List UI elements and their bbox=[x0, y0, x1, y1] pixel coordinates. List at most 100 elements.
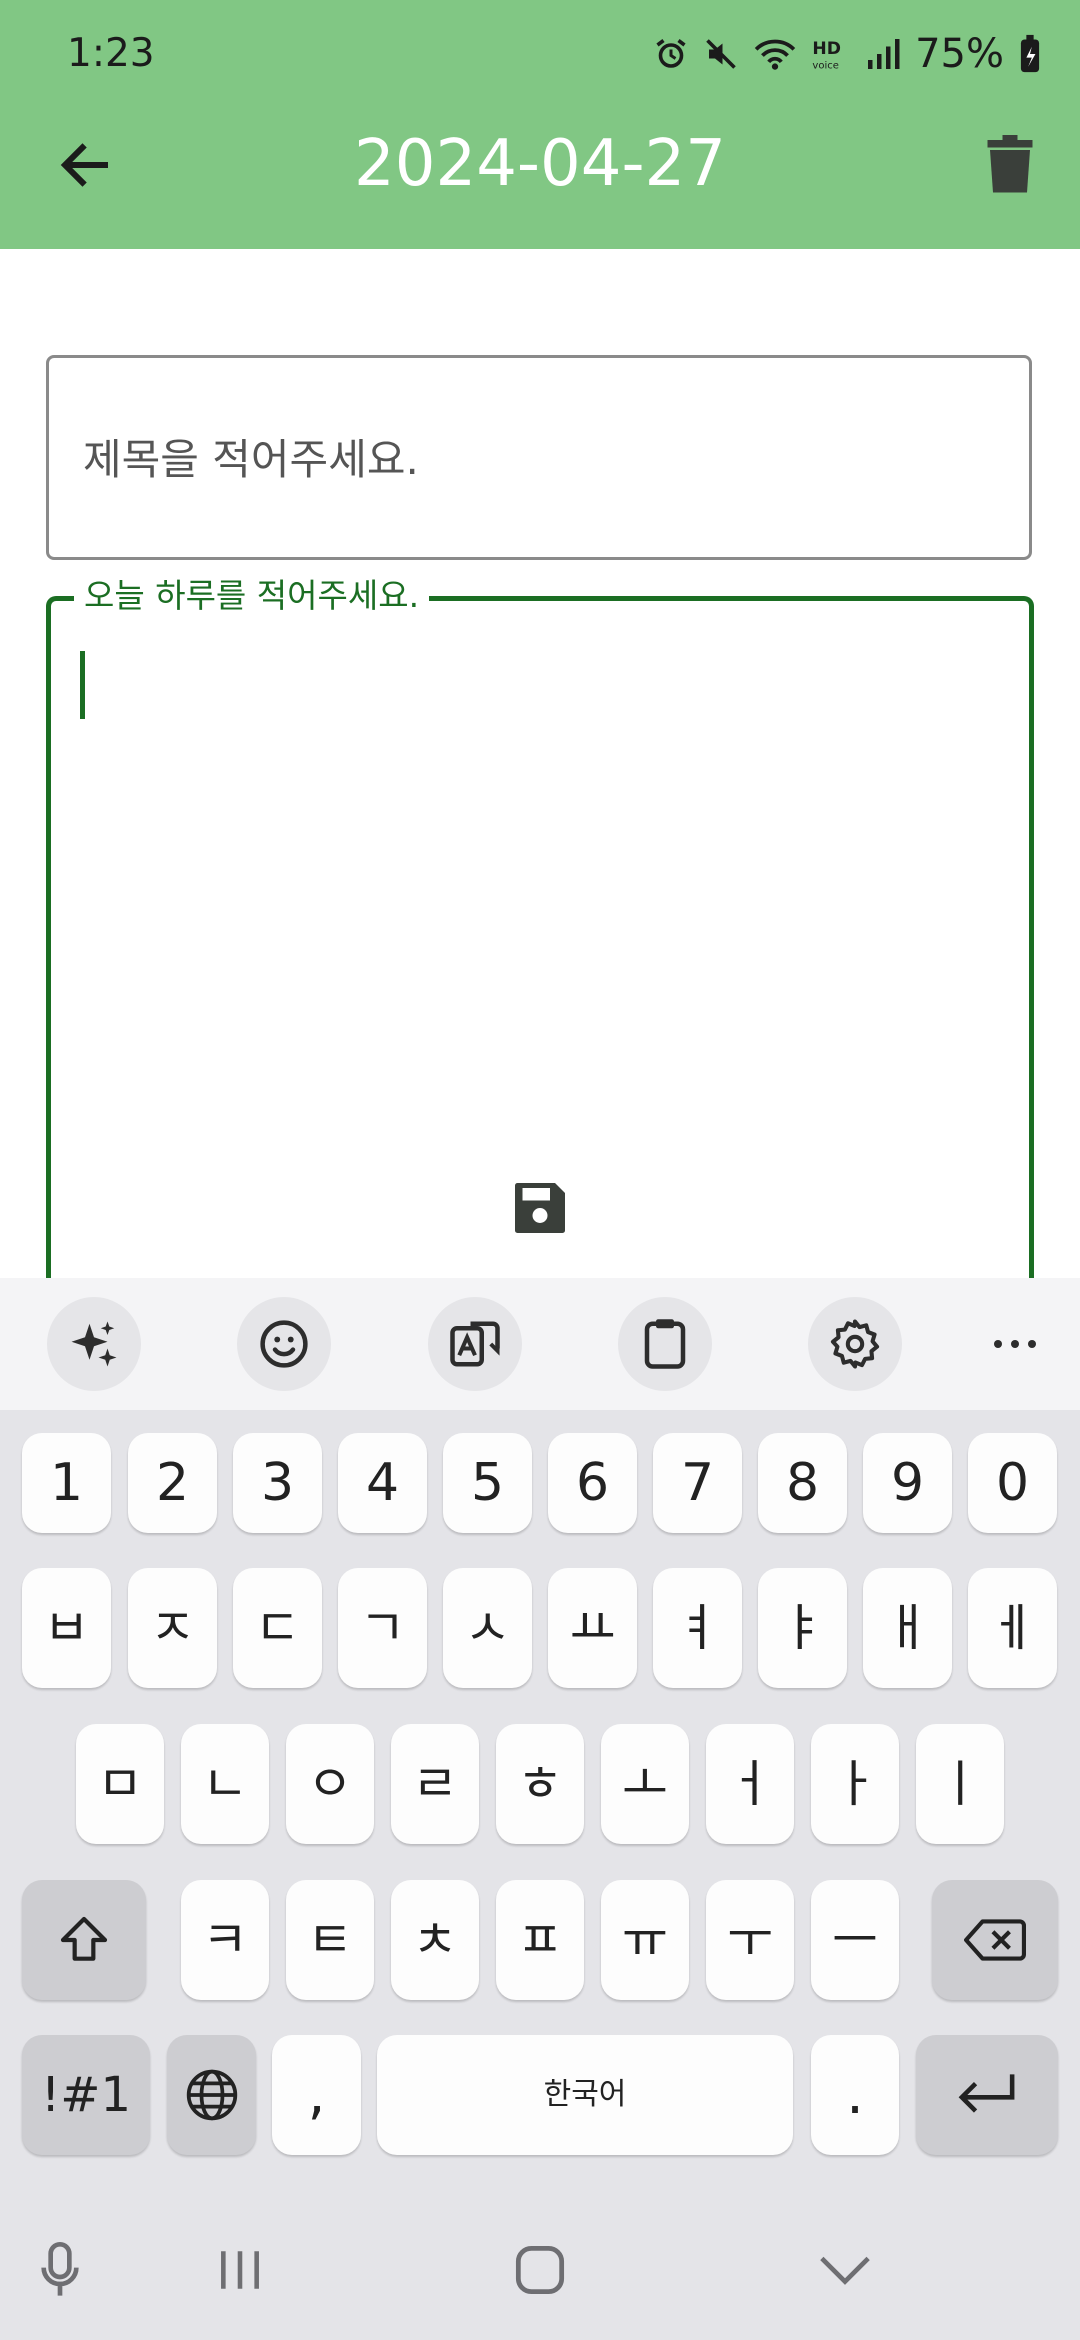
key-letter[interactable]: ㅕ bbox=[653, 1568, 742, 1688]
key-label: ㅓ bbox=[727, 1755, 773, 1813]
voice-input-button[interactable] bbox=[0, 2220, 120, 2320]
space-key[interactable]: 한국어 bbox=[377, 2035, 793, 2155]
key-letter[interactable]: ㅅ bbox=[443, 1568, 532, 1688]
key-number[interactable]: 7 bbox=[653, 1433, 742, 1533]
key-number[interactable]: 1 bbox=[22, 1433, 111, 1533]
key-label: ㅅ bbox=[464, 1599, 511, 1657]
key-label: ㄴ bbox=[202, 1755, 248, 1813]
key-letter[interactable]: ㅋ bbox=[181, 1880, 269, 2000]
home-icon bbox=[515, 2245, 565, 2295]
key-number[interactable]: 8 bbox=[758, 1433, 847, 1533]
key-letter[interactable]: ㅗ bbox=[601, 1724, 689, 1844]
key-letter[interactable]: ㅁ bbox=[76, 1724, 164, 1844]
wifi-icon bbox=[753, 36, 797, 72]
key-letter[interactable]: ㅐ bbox=[863, 1568, 952, 1688]
key-label: ㅊ bbox=[412, 1911, 458, 1969]
key-label: 7 bbox=[680, 1453, 715, 1513]
key-label: ㅔ bbox=[989, 1599, 1036, 1657]
home-button[interactable] bbox=[480, 2220, 600, 2320]
key-letter[interactable]: ㅈ bbox=[128, 1568, 217, 1688]
backspace-key[interactable] bbox=[932, 1880, 1058, 2000]
key-label: 2 bbox=[155, 1453, 190, 1513]
key-letter[interactable]: ㅊ bbox=[391, 1880, 479, 2000]
key-letter[interactable]: ㅛ bbox=[548, 1568, 637, 1688]
key-letter[interactable]: ㅓ bbox=[706, 1724, 794, 1844]
key-letter[interactable]: ㅔ bbox=[968, 1568, 1057, 1688]
back-button[interactable] bbox=[40, 120, 130, 210]
key-letter[interactable]: ㅌ bbox=[286, 1880, 374, 2000]
key-number[interactable]: 5 bbox=[443, 1433, 532, 1533]
period-key[interactable]: . bbox=[811, 2035, 899, 2155]
key-label: 5 bbox=[470, 1453, 505, 1513]
key-label: ㄹ bbox=[412, 1755, 458, 1813]
save-button[interactable] bbox=[505, 1173, 575, 1243]
key-label: ㅠ bbox=[622, 1911, 668, 1969]
key-letter[interactable]: ㅣ bbox=[916, 1724, 1004, 1844]
ai-sparkle-icon bbox=[71, 1321, 117, 1367]
mic-icon bbox=[41, 2242, 79, 2296]
key-label: ㅡ bbox=[832, 1911, 878, 1969]
key-label: ㄱ bbox=[359, 1599, 406, 1657]
hide-keyboard-button[interactable] bbox=[785, 2220, 905, 2320]
key-label: 4 bbox=[365, 1453, 400, 1513]
battery-charging-icon bbox=[1018, 34, 1042, 74]
key-number[interactable]: 3 bbox=[233, 1433, 322, 1533]
translate-button[interactable] bbox=[428, 1297, 522, 1391]
key-letter[interactable]: ㄱ bbox=[338, 1568, 427, 1688]
key-letter[interactable]: ㅡ bbox=[811, 1880, 899, 2000]
shift-key[interactable] bbox=[22, 1880, 146, 2000]
key-number[interactable]: 2 bbox=[128, 1433, 217, 1533]
key-label: 6 bbox=[575, 1453, 610, 1513]
key-number[interactable]: 4 bbox=[338, 1433, 427, 1533]
emoji-button[interactable] bbox=[237, 1297, 331, 1391]
key-letter[interactable]: ㅠ bbox=[601, 1880, 689, 2000]
key-letter[interactable]: ㅇ bbox=[286, 1724, 374, 1844]
key-label: . bbox=[846, 2062, 864, 2127]
key-number[interactable]: 0 bbox=[968, 1433, 1057, 1533]
mute-icon bbox=[703, 36, 739, 72]
key-label: ㅣ bbox=[937, 1755, 983, 1813]
more-button[interactable] bbox=[968, 1322, 1062, 1366]
key-label: ㅐ bbox=[884, 1599, 931, 1657]
key-label: ㅕ bbox=[674, 1599, 721, 1657]
clipboard-button[interactable] bbox=[618, 1297, 712, 1391]
key-letter[interactable]: ㅍ bbox=[496, 1880, 584, 2000]
key-letter[interactable]: ㅏ bbox=[811, 1724, 899, 1844]
key-letter[interactable]: ㅑ bbox=[758, 1568, 847, 1688]
body-field-label: 오늘 하루를 적어주세요. bbox=[74, 574, 430, 618]
key-label: , bbox=[307, 2062, 326, 2127]
enter-key[interactable] bbox=[916, 2035, 1058, 2155]
key-label: 3 bbox=[260, 1453, 295, 1513]
hd-voice-icon: HD voice bbox=[811, 36, 851, 72]
key-letter[interactable]: ㄴ bbox=[181, 1724, 269, 1844]
key-label: 0 bbox=[995, 1453, 1030, 1513]
key-label: ㅍ bbox=[517, 1911, 563, 1969]
key-letter[interactable]: ㄹ bbox=[391, 1724, 479, 1844]
delete-button[interactable] bbox=[970, 125, 1050, 205]
ai-sparkle-button[interactable] bbox=[47, 1297, 141, 1391]
key-label: !#1 bbox=[41, 2067, 131, 2123]
symbols-key[interactable]: !#1 bbox=[22, 2035, 150, 2155]
key-label: ㅜ bbox=[727, 1911, 773, 1969]
key-label: ㅁ bbox=[97, 1755, 143, 1813]
key-number[interactable]: 6 bbox=[548, 1433, 637, 1533]
shift-icon bbox=[60, 1916, 108, 1961]
settings-button[interactable] bbox=[808, 1297, 902, 1391]
key-label: ㅈ bbox=[149, 1599, 196, 1657]
key-label: ㅛ bbox=[569, 1599, 616, 1657]
key-letter[interactable]: ㅎ bbox=[496, 1724, 584, 1844]
svg-text:voice: voice bbox=[813, 60, 839, 71]
comma-key[interactable]: , bbox=[272, 2035, 361, 2155]
key-letter[interactable]: ㅂ bbox=[22, 1568, 111, 1688]
recents-button[interactable] bbox=[180, 2220, 300, 2320]
gear-icon bbox=[830, 1319, 880, 1369]
key-number[interactable]: 9 bbox=[863, 1433, 952, 1533]
title-field[interactable] bbox=[46, 355, 1032, 560]
key-letter[interactable]: ㅜ bbox=[706, 1880, 794, 2000]
key-letter[interactable]: ㄷ bbox=[233, 1568, 322, 1688]
language-key[interactable] bbox=[167, 2035, 256, 2155]
recents-icon bbox=[221, 2251, 259, 2289]
clipboard-icon bbox=[644, 1319, 686, 1369]
title-input[interactable] bbox=[81, 418, 985, 500]
signal-icon bbox=[865, 36, 901, 72]
